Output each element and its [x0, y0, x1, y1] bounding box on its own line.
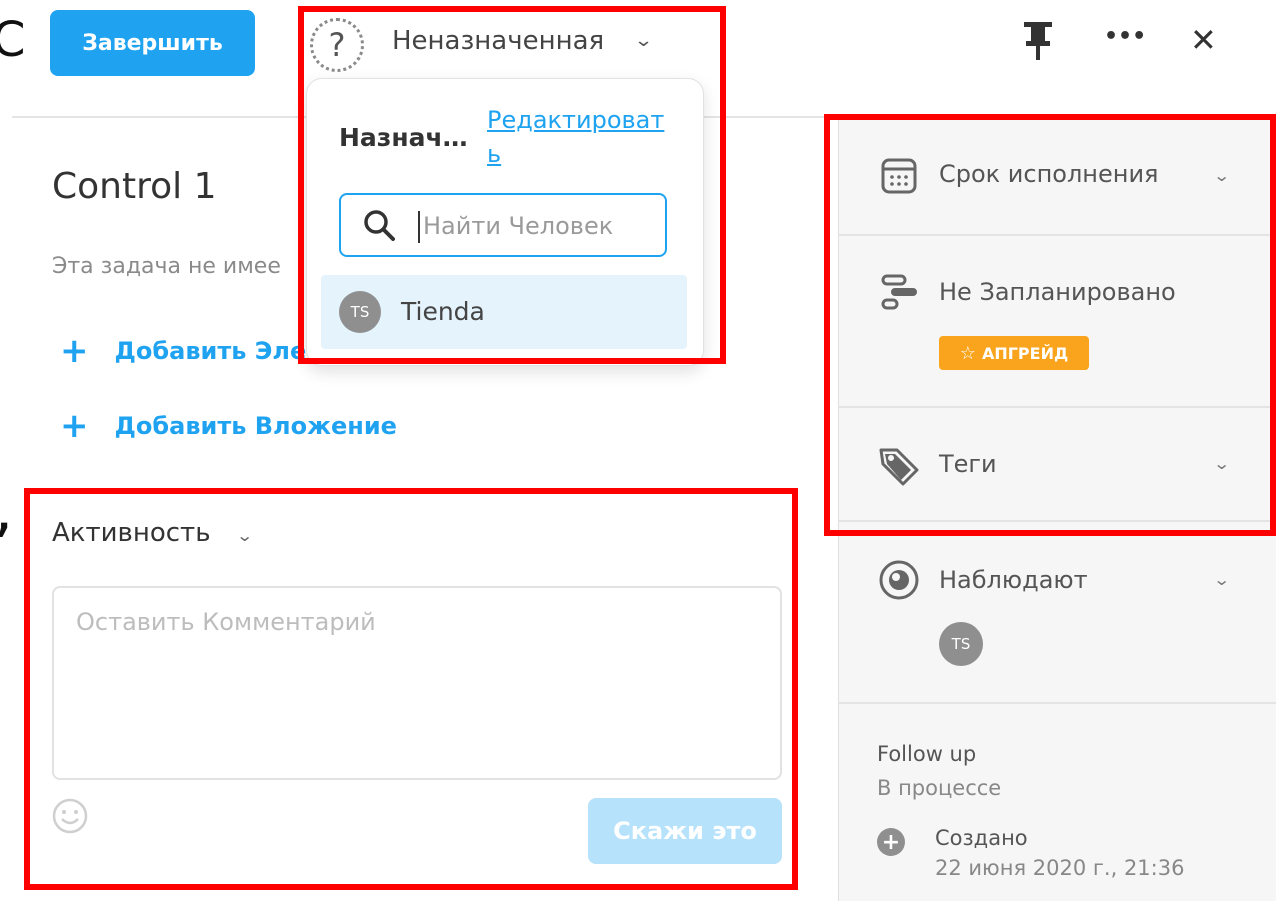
sidebar-divider [839, 520, 1276, 522]
complete-button[interactable]: Завершить [50, 10, 255, 76]
assign-dropdown-title: Назнач… [339, 123, 468, 152]
timeline-icon [881, 274, 917, 310]
created-date: 22 июня 2020 г., 21:36 [935, 856, 1185, 880]
schedule-label[interactable]: Не Запланировано [939, 278, 1176, 306]
star-icon: ☆ [959, 342, 976, 364]
task-title[interactable]: Control 1 [52, 166, 216, 207]
plus-icon: + [60, 406, 89, 446]
person-name: Tienda [401, 297, 485, 326]
unassigned-question-icon[interactable]: ? [310, 18, 364, 72]
watchers-label[interactable]: Наблюдают [939, 566, 1088, 594]
edge-quote-glyph: , [0, 480, 13, 540]
task-description: Эта задача не имее [52, 254, 281, 279]
activity-title[interactable]: Активность [52, 518, 211, 548]
submit-comment-button[interactable]: Скажи это [588, 798, 782, 864]
add-attachment-link[interactable]: + Добавить Вложение [60, 409, 397, 443]
assignee-dropdown-label[interactable]: Неназначенная [392, 26, 604, 56]
add-item-link[interactable]: + Добавить Эле [60, 334, 306, 368]
chevron-down-icon[interactable]: ⌄ [1213, 454, 1230, 473]
more-icon[interactable]: ••• [1104, 26, 1146, 48]
close-icon[interactable]: ✕ [1190, 24, 1217, 56]
people-search-input[interactable] [423, 207, 653, 245]
text-caret [418, 211, 420, 243]
tag-icon [879, 448, 919, 486]
chevron-down-icon[interactable]: ⌄ [1213, 570, 1230, 589]
sidebar-divider [839, 702, 1276, 704]
assign-dropdown: Назнач… Редактировать TS Tienda [306, 78, 704, 366]
emoji-icon[interactable] [52, 798, 88, 834]
chevron-down-icon[interactable]: ⌄ [634, 30, 654, 51]
person-option[interactable]: TS Tienda [321, 275, 687, 349]
avatar[interactable]: TS [939, 622, 983, 666]
add-attachment-label: Добавить Вложение [114, 412, 397, 440]
edge-bracket-glyph: C [0, 12, 26, 68]
plus-icon: + [60, 331, 89, 371]
add-item-label: Добавить Эле [114, 337, 307, 365]
sidebar-divider [839, 406, 1276, 408]
upgrade-badge[interactable]: ☆ АПГРЕЙД [939, 336, 1089, 370]
created-label: Создано [935, 826, 1028, 850]
task-details-sidebar: Срок исполнения ⌄ Не Запланировано ☆ АПГ… [838, 118, 1276, 901]
comment-input[interactable] [54, 588, 780, 778]
chevron-down-icon[interactable]: ⌄ [236, 526, 253, 545]
comment-field[interactable] [52, 586, 782, 780]
search-icon [364, 210, 395, 241]
sidebar-divider [839, 234, 1276, 236]
avatar: TS [339, 291, 381, 333]
pin-icon[interactable] [1020, 20, 1056, 67]
created-plus-icon: + [877, 828, 905, 856]
calendar-icon [881, 158, 917, 194]
eye-icon [879, 560, 919, 600]
upgrade-label: АПГРЕЙД [981, 343, 1069, 363]
tags-label[interactable]: Теги [939, 450, 997, 478]
status-value: В процессе [877, 776, 1002, 800]
status-title[interactable]: Follow up [877, 742, 976, 766]
chevron-down-icon[interactable]: ⌄ [1213, 166, 1230, 185]
due-date-label[interactable]: Срок исполнения [939, 160, 1159, 188]
people-search-field[interactable] [339, 193, 667, 257]
edit-assignees-link[interactable]: Редактировать [487, 103, 672, 171]
